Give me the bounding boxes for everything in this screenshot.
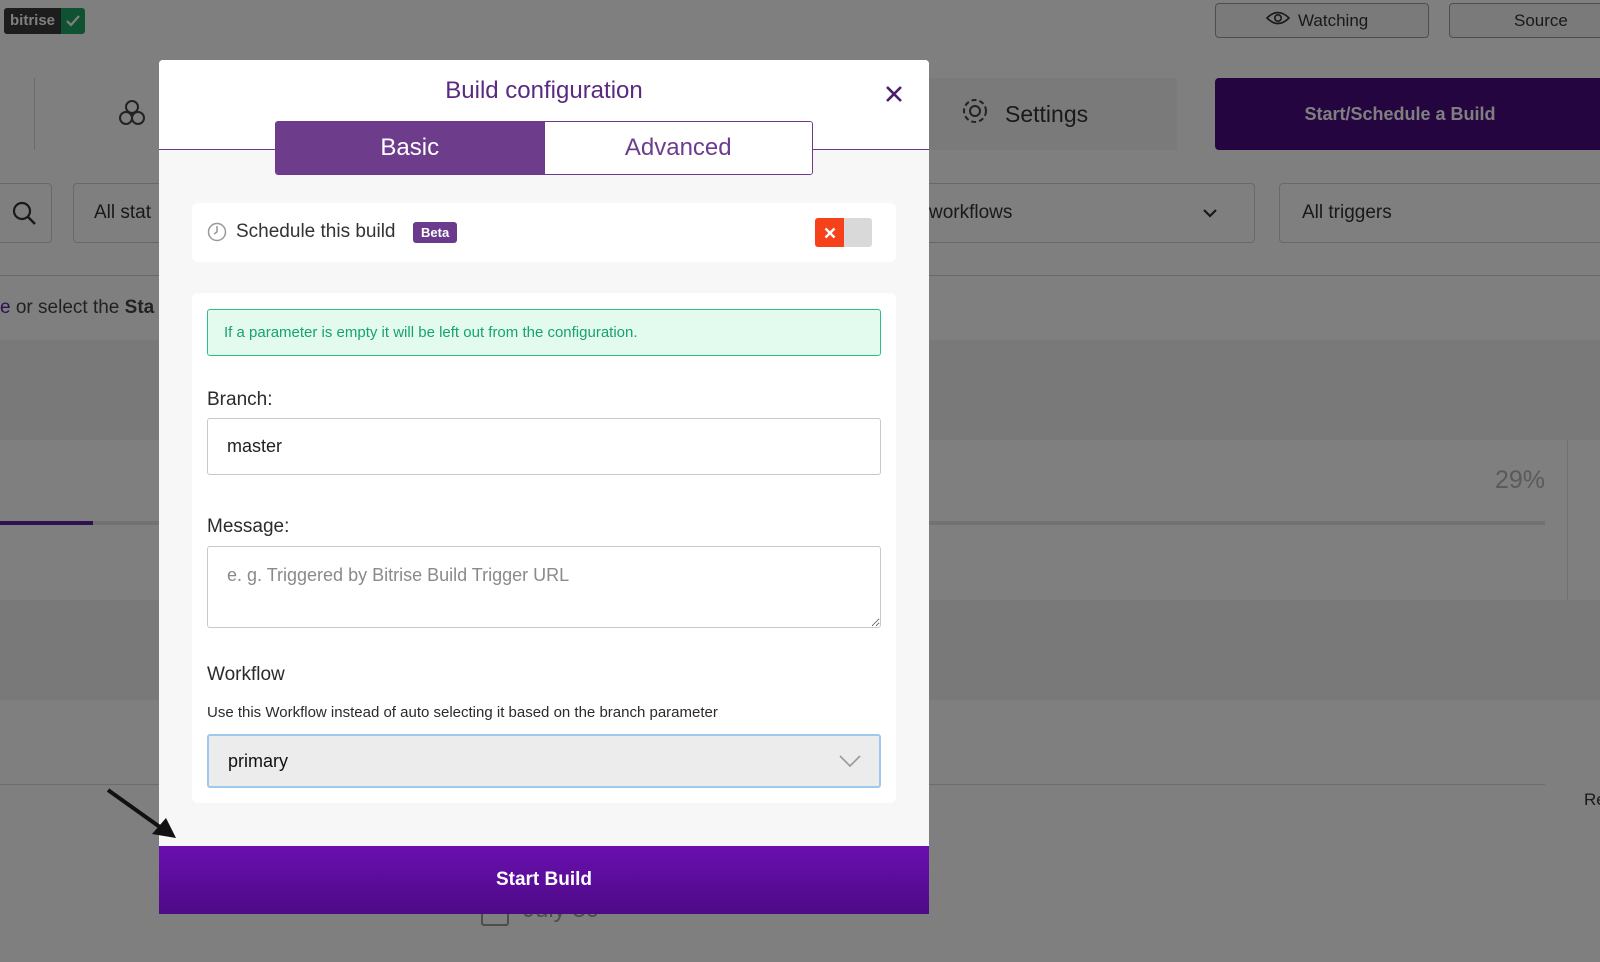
message-input[interactable] [207,546,881,628]
workflow-selected: primary [228,750,289,771]
chevron-down-icon [839,751,861,772]
workflow-description: Use this Workflow instead of auto select… [207,704,718,721]
schedule-label: Schedule this build [236,221,396,242]
close-icon[interactable] [878,78,910,110]
schedule-toggle[interactable] [815,218,872,247]
tab-advanced[interactable]: Advanced [543,122,812,174]
config-tabs: Basic Advanced [275,121,813,175]
branch-label: Branch: [207,389,273,410]
workflow-label: Workflow [207,664,285,685]
tab-basic[interactable]: Basic [276,122,544,174]
message-label: Message: [207,516,290,537]
build-params-card: If a parameter is empty it will be left … [192,293,896,803]
start-build-button[interactable]: Start Build [159,846,929,914]
modal-title: Build configuration [445,77,643,104]
clock-icon [207,222,227,247]
schedule-card: Schedule this build Beta [192,203,896,262]
branch-input[interactable] [207,418,881,475]
workflow-select[interactable]: primary [207,734,881,788]
x-icon [815,218,844,247]
beta-badge: Beta [413,222,458,243]
info-banner: If a parameter is empty it will be left … [207,309,881,356]
build-configuration-modal: Build configuration Basic Advanced Sched… [159,60,929,914]
arrow-icon [104,786,180,847]
